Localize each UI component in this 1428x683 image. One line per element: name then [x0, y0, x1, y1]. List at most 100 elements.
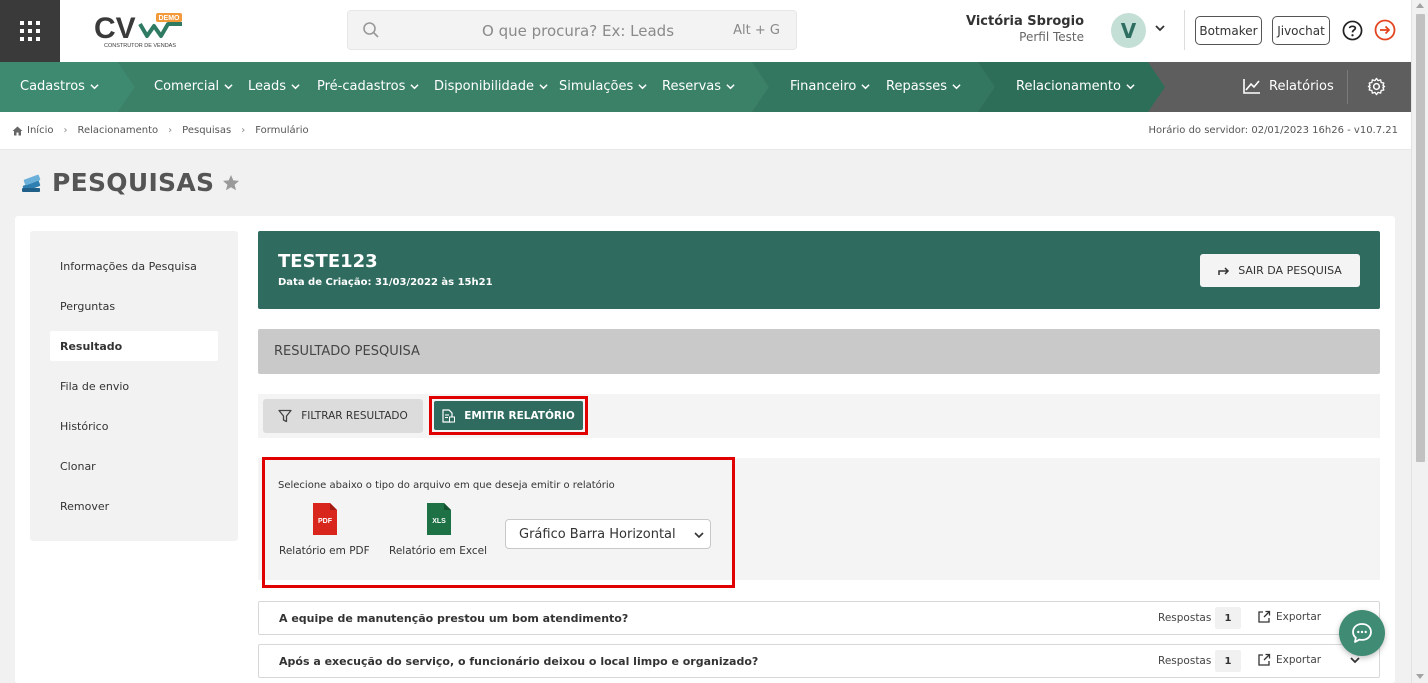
- nav-reservas[interactable]: Reservas: [662, 79, 735, 94]
- chevron-down-icon: [638, 84, 647, 90]
- nav-pre-cadastros[interactable]: Pré-cadastros: [317, 79, 419, 94]
- question-text: Após a execução do serviço, o funcionári…: [279, 655, 759, 668]
- breadcrumb-pesquisas[interactable]: Pesquisas: [182, 125, 231, 136]
- nav-comercial[interactable]: Comercial: [154, 79, 233, 94]
- responses-count: 1: [1215, 607, 1241, 629]
- share-arrow-icon: [1218, 266, 1230, 275]
- cv-logo[interactable]: CV DEMO CONSTRUTOR DE VENDAS: [92, 10, 187, 50]
- document-chart-icon: [442, 408, 456, 423]
- scrollbar-thumb[interactable]: [1416, 14, 1425, 462]
- chevron-down-icon: [224, 84, 233, 90]
- export-button[interactable]: Exportar: [1257, 653, 1321, 667]
- page-title-area: PESQUISAS: [20, 168, 240, 197]
- breadcrumb-home[interactable]: Início: [12, 125, 53, 136]
- side-item-remover[interactable]: Remover: [50, 491, 218, 521]
- breadcrumb: Início › Relacionamento › Pesquisas › Fo…: [12, 125, 309, 136]
- avatar[interactable]: V: [1111, 13, 1146, 48]
- survey-created-date: Data de Criação: 31/03/2022 às 15h21: [278, 277, 493, 288]
- survey-side-menu: Informações da Pesquisa Perguntas Result…: [30, 231, 238, 541]
- nav-cadastros[interactable]: Cadastros: [20, 79, 99, 94]
- apps-menu-button[interactable]: [0, 0, 60, 62]
- excel-report-label: Relatório em Excel: [389, 545, 488, 557]
- result-toolbar: FILTRAR RESULTADO EMITIR RELATÓRIO: [258, 394, 1380, 438]
- side-item-resultado[interactable]: Resultado: [50, 331, 218, 361]
- nav-financeiro[interactable]: Financeiro: [790, 79, 870, 94]
- nav-relacionamento[interactable]: Relacionamento: [1016, 79, 1135, 94]
- chart-type-select[interactable]: Gráfico Barra Horizontal: [505, 519, 711, 549]
- export-button[interactable]: Exportar: [1257, 610, 1321, 624]
- question-row[interactable]: Após a execução do serviço, o funcionári…: [258, 644, 1380, 678]
- side-item-clonar[interactable]: Clonar: [50, 451, 218, 481]
- search-shortcut: Alt + G: [733, 23, 780, 38]
- side-item-informacoes[interactable]: Informações da Pesquisa: [50, 251, 218, 281]
- svg-text:DEMO: DEMO: [159, 15, 181, 22]
- scroll-down-arrow-icon[interactable]: [1416, 674, 1424, 679]
- search-placeholder: O que procura? Ex: Leads: [482, 22, 675, 40]
- nav-disponibilidade[interactable]: Disponibilidade: [434, 79, 548, 94]
- main-nav: Cadastros Comercial Leads Pré-cadastros …: [0, 62, 1411, 112]
- top-header: CV DEMO CONSTRUTOR DE VENDAS O que procu…: [0, 0, 1411, 62]
- responses-label: Respostas: [1158, 655, 1212, 667]
- nav-repasses[interactable]: Repasses: [886, 79, 961, 94]
- svg-text:XLS: XLS: [432, 518, 446, 525]
- line-chart-icon: [1243, 79, 1260, 94]
- filter-results-button[interactable]: FILTRAR RESULTADO: [263, 399, 423, 433]
- scroll-up-arrow-icon[interactable]: [1416, 3, 1424, 8]
- chart-type-value: Gráfico Barra Horizontal: [519, 526, 676, 542]
- gear-icon[interactable]: [1367, 77, 1386, 96]
- question-row[interactable]: A equipe de manutenção prestou um bom at…: [258, 601, 1380, 635]
- svg-text:CONSTRUTOR DE VENDAS: CONSTRUTOR DE VENDAS: [104, 43, 176, 49]
- question-text: A equipe de manutenção prestou um bom at…: [279, 612, 629, 625]
- nav-simulacoes[interactable]: Simulações: [559, 79, 647, 94]
- result-section-header: RESULTADO PESQUISA: [258, 329, 1380, 374]
- responses-count: 1: [1215, 650, 1241, 672]
- survey-name: TESTE123: [278, 251, 378, 272]
- breadcrumb-separator: ›: [63, 125, 68, 136]
- chat-bubble-icon: [1352, 623, 1372, 643]
- page-title: PESQUISAS: [52, 168, 215, 197]
- side-item-perguntas[interactable]: Perguntas: [50, 291, 218, 321]
- chevron-down-icon: [539, 84, 548, 90]
- svg-text:CV: CV: [94, 12, 136, 45]
- search-icon: [363, 22, 379, 38]
- result-section-title: RESULTADO PESQUISA: [274, 344, 420, 359]
- export-icon: [1258, 653, 1271, 666]
- side-item-historico[interactable]: Histórico: [50, 411, 218, 441]
- server-time: Horário do servidor: 02/01/2023 16h26 - …: [1148, 125, 1398, 136]
- pdf-file-icon: PDF: [312, 503, 337, 535]
- chevron-down-icon: [1126, 84, 1135, 90]
- chevron-down-icon[interactable]: [1154, 22, 1166, 34]
- page-scrollbar[interactable]: [1411, 0, 1428, 683]
- chevron-down-icon: [952, 84, 961, 90]
- emit-report-highlight: EMITIR RELATÓRIO: [429, 396, 588, 435]
- global-search[interactable]: O que procura? Ex: Leads Alt + G: [347, 10, 797, 50]
- help-icon[interactable]: [1342, 20, 1363, 41]
- botmaker-button[interactable]: Botmaker: [1195, 16, 1262, 45]
- breadcrumb-relacionamento[interactable]: Relacionamento: [77, 125, 158, 136]
- emit-report-button[interactable]: EMITIR RELATÓRIO: [434, 401, 583, 430]
- responses-label: Respostas: [1158, 612, 1212, 624]
- jivochat-button[interactable]: Jivochat: [1272, 16, 1330, 45]
- excel-file-icon: XLS: [426, 503, 451, 535]
- breadcrumb-formulario: Formulário: [255, 125, 309, 136]
- excel-report-option[interactable]: XLS Relatório em Excel: [389, 502, 487, 557]
- user-name[interactable]: Victória Sbrogio: [966, 14, 1084, 29]
- chevron-down-icon: [291, 84, 300, 90]
- pdf-report-option[interactable]: PDF Relatório em PDF: [279, 502, 370, 557]
- exit-survey-button[interactable]: SAIR DA PESQUISA: [1200, 254, 1360, 287]
- survey-banner: TESTE123 Data de Criação: 31/03/2022 às …: [258, 231, 1380, 309]
- breadcrumb-separator: ›: [241, 125, 246, 136]
- divider: [1347, 70, 1348, 104]
- divider: [1184, 10, 1185, 50]
- chat-button[interactable]: [1339, 610, 1385, 656]
- nav-leads[interactable]: Leads: [248, 79, 300, 94]
- grid-icon: [20, 21, 40, 41]
- side-item-fila-de-envio[interactable]: Fila de envio: [50, 371, 218, 401]
- logout-icon[interactable]: [1374, 19, 1396, 41]
- chevron-down-icon: [410, 84, 419, 90]
- survey-stack-icon: [22, 174, 41, 192]
- svg-text:PDF: PDF: [318, 518, 333, 525]
- star-icon[interactable]: [222, 174, 240, 192]
- nav-reports[interactable]: Relatórios: [1243, 78, 1334, 94]
- home-icon: [12, 126, 23, 135]
